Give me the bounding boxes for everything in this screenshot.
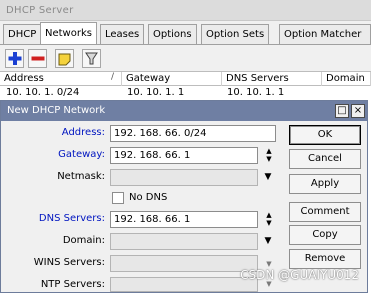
no-dns-label: No DNS [129, 192, 168, 203]
wins-servers-label: WINS Servers: [33, 257, 105, 268]
domain-select[interactable] [110, 233, 258, 250]
tab-label: Leases [105, 29, 140, 40]
up-arrow-icon[interactable]: ▲ [263, 211, 275, 219]
restore-icon: □ [337, 105, 347, 116]
cancel-button[interactable]: Cancel [289, 149, 361, 169]
cell-gateway: 10. 10. 1. 1 [127, 87, 185, 98]
wins-servers-input[interactable] [110, 255, 258, 272]
tab-label: Option Sets [206, 29, 265, 40]
column-address[interactable]: Address [0, 72, 122, 86]
minus-icon [31, 56, 45, 61]
restore-button[interactable]: □ [335, 104, 349, 118]
tab-options[interactable]: Options [148, 24, 197, 44]
comment-button[interactable] [55, 49, 74, 68]
window-title: DHCP Server [6, 5, 74, 16]
column-dns-servers[interactable]: DNS Servers [222, 72, 322, 86]
plus-icon [8, 52, 22, 65]
remove-button[interactable] [28, 49, 47, 68]
domain-label: Domain: [62, 235, 105, 246]
no-dns-checkbox[interactable] [112, 192, 124, 204]
down-arrow-icon[interactable]: ▼ [263, 219, 275, 227]
gateway-label: Gateway: [58, 149, 105, 160]
ntp-servers-input[interactable] [110, 277, 258, 292]
cell-dns: 10. 10. 1. 1 [227, 87, 285, 98]
column-gateway[interactable]: Gateway [122, 72, 222, 86]
tab-dhcp[interactable]: DHCP [3, 24, 42, 44]
dns-servers-label: DNS Servers: [38, 213, 105, 224]
dialog-title-bar[interactable]: New DHCP Network □ × [1, 101, 367, 121]
address-input[interactable]: 192. 168. 66. 0/24 [110, 125, 276, 142]
remove-dialog-button[interactable]: Remove [289, 249, 361, 269]
column-domain[interactable]: Domain [322, 72, 371, 86]
gateway-add-remove-arrows[interactable]: ▲ ▼ [263, 147, 275, 165]
dns-servers-input[interactable]: 192. 168. 66. 1 [110, 211, 258, 228]
filter-icon [85, 52, 98, 65]
address-label: Address: [61, 127, 105, 138]
ntp-servers-label: NTP Servers: [40, 279, 105, 290]
new-dhcp-network-dialog: New DHCP Network □ × Address: 192. 168. … [0, 100, 368, 293]
sort-icon: / [111, 72, 115, 82]
filter-button[interactable] [82, 49, 101, 68]
cell-address: 10. 10. 1. 0/24 [6, 87, 80, 98]
netmask-label: Netmask: [57, 171, 105, 182]
netmask-dropdown-icon[interactable]: ▼ [263, 169, 273, 186]
apply-button[interactable]: Apply [289, 174, 361, 194]
tab-option-sets[interactable]: Option Sets [201, 24, 270, 44]
tab-divider [0, 44, 371, 45]
netmask-select[interactable] [110, 169, 258, 186]
tab-label: Options [153, 29, 192, 40]
table-row[interactable]: 10. 10. 1. 0/24 10. 10. 1. 1 10. 10. 1. … [0, 86, 371, 100]
down-arrow-icon[interactable]: ▼ [263, 155, 275, 163]
tab-option-matcher[interactable]: Option Matcher [279, 24, 371, 44]
watermark: CSDN @GUAIYU012 [240, 268, 359, 282]
window-title-bar: DHCP Server [0, 0, 371, 21]
add-button[interactable] [5, 49, 24, 68]
copy-button[interactable]: Copy [289, 225, 361, 245]
tab-label: Option Matcher [284, 29, 362, 40]
domain-dropdown-icon[interactable]: ▼ [263, 233, 273, 250]
gateway-input[interactable]: 192. 168. 66. 1 [110, 147, 258, 164]
close-icon: × [353, 105, 363, 116]
comment-dialog-button[interactable]: Comment [289, 202, 361, 222]
dialog-title: New DHCP Network [7, 105, 106, 116]
list-header: Address / Gateway DNS Servers Domain [0, 71, 371, 86]
dns-add-remove-arrows[interactable]: ▲ ▼ [263, 211, 275, 229]
tab-networks[interactable]: Networks [40, 22, 97, 45]
up-arrow-icon[interactable]: ▲ [263, 147, 275, 155]
tab-label: Networks [45, 28, 92, 39]
tab-leases[interactable]: Leases [100, 24, 145, 44]
ok-button[interactable]: OK [289, 125, 361, 145]
close-button[interactable]: × [351, 104, 365, 118]
tab-label: DHCP [8, 29, 37, 40]
note-icon [58, 53, 71, 66]
